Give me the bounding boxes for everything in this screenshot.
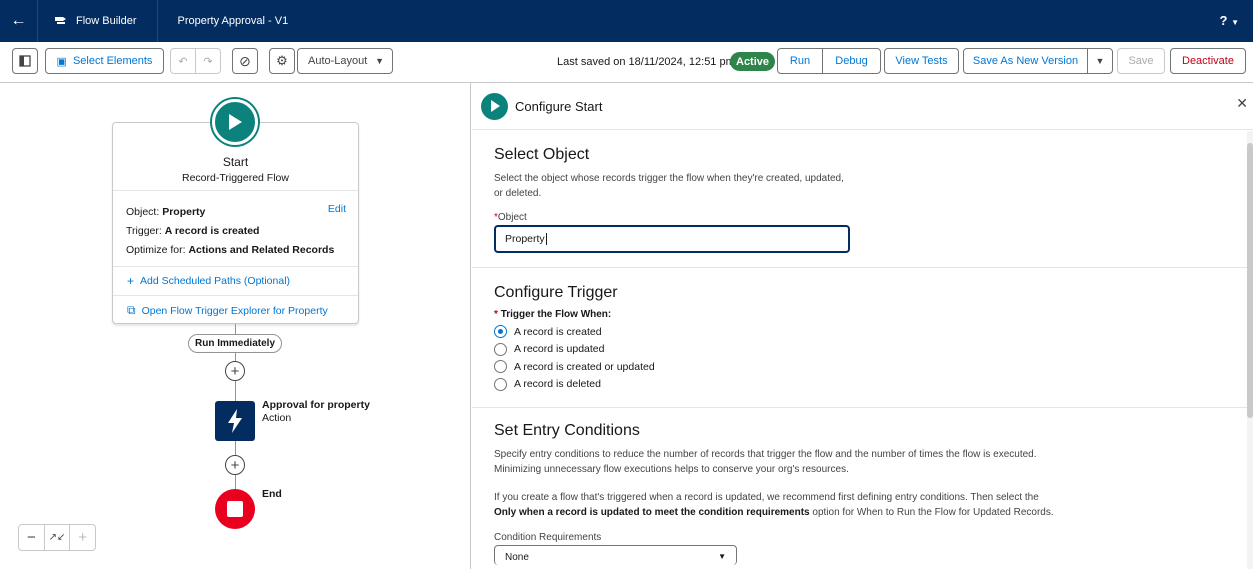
toggle-panel-button[interactable] xyxy=(12,48,38,74)
save-button[interactable]: Save xyxy=(1117,48,1165,74)
status-badge: Active xyxy=(730,52,776,71)
arrow-left-icon: ← xyxy=(10,12,27,29)
entry-conditions-heading: Set Entry Conditions xyxy=(494,422,640,439)
redo-button[interactable]: ↷ xyxy=(195,48,221,74)
stop-icon xyxy=(227,501,243,517)
flow-title: Property Approval - V1 xyxy=(177,15,289,27)
caret-down-icon: ▼ xyxy=(1095,56,1105,66)
save-options-menu[interactable]: ▼ xyxy=(1087,48,1113,74)
back-button[interactable]: ← xyxy=(0,0,38,42)
flow-icon xyxy=(55,17,66,24)
start-node-icon[interactable] xyxy=(212,99,258,145)
plus-icon: + xyxy=(127,274,135,288)
scrollbar-thumb[interactable] xyxy=(1247,143,1253,418)
trigger-label: Trigger the Flow When: xyxy=(500,309,612,320)
app-launcher: Flow Builder xyxy=(38,0,158,42)
debug-button[interactable]: Debug xyxy=(822,48,881,74)
play-icon xyxy=(481,92,508,120)
caret-down-icon: ▼ xyxy=(718,552,726,561)
radio-button[interactable] xyxy=(494,325,507,339)
select-object-description: Select the object whose records trigger … xyxy=(494,173,844,199)
builder-toolbar: ▣ Select Elements ↶ ↷ ⊘ ⚙ Auto-Layout ▼ … xyxy=(0,42,1253,83)
trigger-value: A record is created xyxy=(164,225,260,237)
settings-button[interactable]: ⚙ xyxy=(269,48,295,74)
play-icon xyxy=(229,114,242,130)
trigger-option-created-or-updated[interactable]: A record is created or updated xyxy=(494,358,1231,376)
minus-icon: − xyxy=(26,529,36,546)
redo-icon: ↷ xyxy=(203,55,213,68)
undo-button[interactable]: ↶ xyxy=(170,48,196,74)
undo-icon: ↶ xyxy=(178,55,188,68)
add-element-button[interactable]: + xyxy=(225,455,245,475)
close-panel-button[interactable]: ✕ xyxy=(1236,95,1248,112)
zoom-in-button[interactable]: + xyxy=(70,525,95,550)
open-trigger-explorer-link[interactable]: ⧉ Open Flow Trigger Explorer for Propert… xyxy=(113,296,358,325)
trigger-option-created[interactable]: A record is created xyxy=(494,323,1231,341)
contract-icon: ↗↙ xyxy=(48,532,66,543)
last-saved-text: Last saved on 18/11/2024, 12:51 pm xyxy=(557,56,735,68)
caret-down-icon: ▼ xyxy=(1231,18,1239,27)
configure-start-panel: Configure Start ✕ Select Object Select t… xyxy=(472,83,1253,569)
radio-button[interactable] xyxy=(494,360,507,374)
optimize-value: Actions and Related Records xyxy=(188,244,335,256)
start-subtitle: Record-Triggered Flow xyxy=(182,172,289,184)
plus-icon: + xyxy=(230,362,240,380)
app-name: Flow Builder xyxy=(76,15,137,27)
condition-requirements-label: Condition Requirements xyxy=(494,532,602,543)
gear-icon: ⚙ xyxy=(276,53,288,68)
end-node-label: End xyxy=(262,488,282,500)
panel-icon xyxy=(19,55,31,67)
deactivate-button[interactable]: Deactivate xyxy=(1170,48,1246,74)
layout-mode-select[interactable]: Auto-Layout ▼ xyxy=(297,48,393,74)
plus-icon: + xyxy=(78,529,88,546)
ban-icon: ⊘ xyxy=(239,52,251,69)
entry-conditions-note: If you create a flow that's triggered wh… xyxy=(494,492,1054,518)
add-element-button[interactable]: + xyxy=(225,361,245,381)
start-title: Start xyxy=(222,155,249,169)
edit-object-link[interactable]: Edit xyxy=(328,203,346,215)
select-icon: ▣ xyxy=(56,55,67,68)
select-elements-button[interactable]: ▣ Select Elements xyxy=(45,48,164,74)
end-node[interactable] xyxy=(215,489,255,529)
save-as-new-version-button[interactable]: Save As New Version xyxy=(963,48,1088,74)
close-icon: ✕ xyxy=(1236,95,1248,111)
entry-conditions-description: Specify entry conditions to reduce the n… xyxy=(494,449,1037,475)
view-tests-button[interactable]: View Tests xyxy=(884,48,959,74)
panel-title: Configure Start xyxy=(515,98,603,114)
select-object-section: Select Object Select the object whose re… xyxy=(472,130,1253,268)
caret-down-icon: ▼ xyxy=(375,56,384,66)
flow-canvas[interactable]: Start Record-Triggered Flow Edit Object:… xyxy=(0,83,471,569)
add-scheduled-paths-link[interactable]: + Add Scheduled Paths (Optional) xyxy=(113,267,358,296)
lightning-icon xyxy=(228,409,242,433)
panel-scrollbar[interactable] xyxy=(1247,131,1253,569)
trigger-option-deleted[interactable]: A record is deleted xyxy=(494,376,1231,394)
zoom-controls: − ↗↙ + xyxy=(18,524,96,551)
configure-trigger-heading: Configure Trigger xyxy=(494,284,618,301)
object-value: Property xyxy=(162,206,206,218)
error-check-button[interactable]: ⊘ xyxy=(232,48,258,74)
action-node[interactable] xyxy=(215,401,255,441)
object-input[interactable]: Property xyxy=(494,225,850,253)
action-node-label: Approval for property Action xyxy=(262,399,370,424)
select-object-heading: Select Object xyxy=(494,146,590,163)
help-button[interactable]: ? ▼ xyxy=(1220,13,1240,28)
condition-requirements-select[interactable]: None ▼ xyxy=(494,545,737,565)
run-button[interactable]: Run xyxy=(777,48,823,74)
radio-button[interactable] xyxy=(494,377,507,391)
start-element-card[interactable]: Start Record-Triggered Flow Edit Object:… xyxy=(112,122,359,324)
run-immediately-label: Run Immediately xyxy=(188,334,282,353)
entry-conditions-section: Set Entry Conditions Specify entry condi… xyxy=(472,408,1253,569)
connector-line xyxy=(235,324,236,334)
configure-trigger-section: Configure Trigger * Trigger the Flow Whe… xyxy=(472,268,1253,408)
trigger-option-updated[interactable]: A record is updated xyxy=(494,341,1231,359)
fit-view-button[interactable]: ↗↙ xyxy=(45,525,71,550)
plus-icon: + xyxy=(230,456,240,474)
external-link-icon: ⧉ xyxy=(127,303,136,317)
object-field-label: Object xyxy=(497,212,527,223)
zoom-out-button[interactable]: − xyxy=(19,525,45,550)
global-header: ← Flow Builder Property Approval - V1 ? … xyxy=(0,0,1253,42)
radio-button[interactable] xyxy=(494,342,507,356)
